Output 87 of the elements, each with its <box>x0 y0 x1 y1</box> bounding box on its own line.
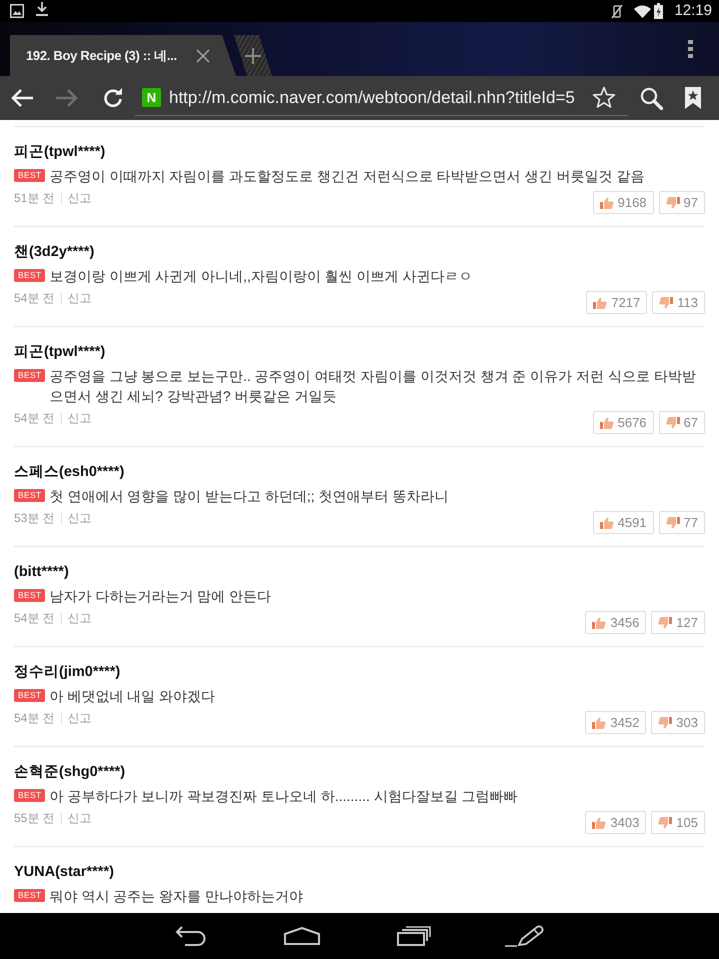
thumbs-up-icon <box>593 296 608 308</box>
comment-text: 보경이랑 이쁘게 사귄게 아니네,,자림이랑이 훨씬 이쁘게 사귄다ㄹㅇ <box>49 267 473 286</box>
comment-text: 남자가 다하는거라는거 맘에 안든다 <box>49 587 272 606</box>
dislike-button[interactable]: 113 <box>652 291 705 314</box>
comment-time: 54분 전 <box>14 610 55 626</box>
best-badge: BEST <box>14 169 46 182</box>
dislike-button[interactable]: 97 <box>658 191 705 214</box>
like-button[interactable]: 9168 <box>592 191 654 214</box>
thumbs-up-icon <box>592 816 606 828</box>
bookmark-icon[interactable] <box>685 87 701 109</box>
like-button[interactable]: 3456 <box>585 611 646 634</box>
clock-time: 12:19 <box>674 2 712 20</box>
browser-tab[interactable]: 192. Boy Recipe (3) :: 네... <box>10 35 236 76</box>
comment-text: 아 공부하다가 보니까 곽보경진짜 토나오네 하......... 시험다잘보길 그럼빠빠 <box>49 787 518 806</box>
comment-time: 55분 전 <box>14 810 55 826</box>
back-arrow-icon[interactable] <box>10 88 34 108</box>
thumbs-up-icon <box>600 416 614 428</box>
comment-time: 53분 전 <box>14 510 55 526</box>
dislike-button[interactable]: 127 <box>651 611 705 634</box>
image-icon <box>10 4 24 18</box>
report-link[interactable]: 신고 <box>60 512 92 524</box>
dislike-button[interactable]: 67 <box>658 411 705 434</box>
thumbs-down-icon <box>666 516 680 528</box>
thumbs-down-icon <box>658 616 672 628</box>
best-badge: BEST <box>14 689 46 702</box>
comment-author: 챈(3d2y****) <box>14 243 96 262</box>
new-tab-button[interactable] <box>234 35 272 76</box>
like-button[interactable]: 4591 <box>592 511 654 534</box>
comment-author: 스페스(esh0****) <box>14 463 126 482</box>
best-badge: BEST <box>14 789 46 802</box>
like-button[interactable]: 7217 <box>586 291 648 314</box>
download-icon <box>36 2 48 16</box>
like-button[interactable]: 3403 <box>585 811 646 834</box>
comment-author: 손혁준(shg0****) <box>14 763 126 782</box>
dislike-button[interactable]: 303 <box>651 711 705 734</box>
battery-icon <box>654 3 664 19</box>
comment-author: 피곤(tpwl****) <box>14 143 106 162</box>
comment-author: YUNA(star****) <box>14 863 115 882</box>
thumbs-up-icon <box>600 196 614 208</box>
comment-text: 공주영을 그냥 봉으로 보는구만.. 공주영이 여태껏 자림이를 이것저것 챙겨 준 이유가 저런 식으로 타박받으면서 생긴 세뇌? 강박관념? 버릇같은 거일듯 <box>49 367 697 406</box>
thumbs-down-icon <box>658 716 672 728</box>
recent-apps-icon[interactable] <box>397 926 431 946</box>
comment-text: 공주영이 이때까지 자림이를 과도할정도로 챙긴건 저런식으로 타박받으면서 생긴 버릇일것 같음 <box>49 167 644 186</box>
comment-time: 54분 전 <box>14 290 55 306</box>
reload-icon[interactable] <box>103 88 123 108</box>
dislike-button[interactable]: 77 <box>658 511 705 534</box>
comment-author: 정수리(jim0****) <box>14 663 122 682</box>
back-icon[interactable] <box>174 926 206 946</box>
thumbs-down-icon <box>666 416 680 428</box>
star-icon[interactable] <box>592 86 616 109</box>
overflow-menu-icon[interactable] <box>688 40 693 58</box>
best-badge: BEST <box>14 589 46 602</box>
comment-author: (bitt****) <box>14 563 70 582</box>
thumbs-down-icon <box>658 816 672 828</box>
dislike-button[interactable]: 105 <box>651 811 705 834</box>
home-icon[interactable] <box>284 927 320 945</box>
thumbs-up-icon <box>592 716 606 728</box>
report-link[interactable]: 신고 <box>60 712 92 724</box>
comment-time: 54분 전 <box>14 410 55 426</box>
like-button[interactable]: 3452 <box>585 711 646 734</box>
site-icon: N <box>142 88 161 107</box>
thumbs-up-icon <box>600 516 614 528</box>
report-link[interactable]: 신고 <box>60 292 92 304</box>
search-icon[interactable] <box>640 86 663 110</box>
report-link[interactable]: 신고 <box>60 192 92 204</box>
comment-time: 51분 전 <box>14 190 55 206</box>
best-badge: BEST <box>14 269 46 282</box>
url-text: http://m.comic.naver.com/webtoon/detail.nhn?titleId=5 <box>169 88 575 108</box>
like-button[interactable]: 5676 <box>592 411 654 434</box>
comment-author: 피곤(tpwl****) <box>14 343 106 362</box>
comment-text: 뭐야 역시 공주는 왕자를 만나야하는거야 <box>49 887 303 906</box>
comment-text: 아 베댓없네 내일 와야겠다 <box>49 687 216 706</box>
report-link[interactable]: 신고 <box>60 612 92 624</box>
thumbs-up-icon <box>592 616 606 628</box>
best-badge: BEST <box>14 369 46 382</box>
thumbs-down-icon <box>666 196 680 208</box>
report-link[interactable]: 신고 <box>60 812 92 824</box>
report-link[interactable]: 신고 <box>60 412 92 424</box>
thumbs-down-icon <box>659 296 674 308</box>
wifi-icon <box>634 4 652 18</box>
vibrate-off-icon <box>611 4 624 18</box>
address-field[interactable]: N http://m.comic.naver.com/webtoon/detail.nhn?titleId=5 <box>135 80 628 116</box>
comment-text: 첫 연애에서 영향을 많이 받는다고 하던데;; 첫연애부터 똥차라니 <box>49 487 448 506</box>
comment-time: 54분 전 <box>14 710 55 726</box>
close-icon[interactable] <box>196 48 210 62</box>
best-badge: BEST <box>14 889 46 902</box>
best-badge: BEST <box>14 489 46 502</box>
